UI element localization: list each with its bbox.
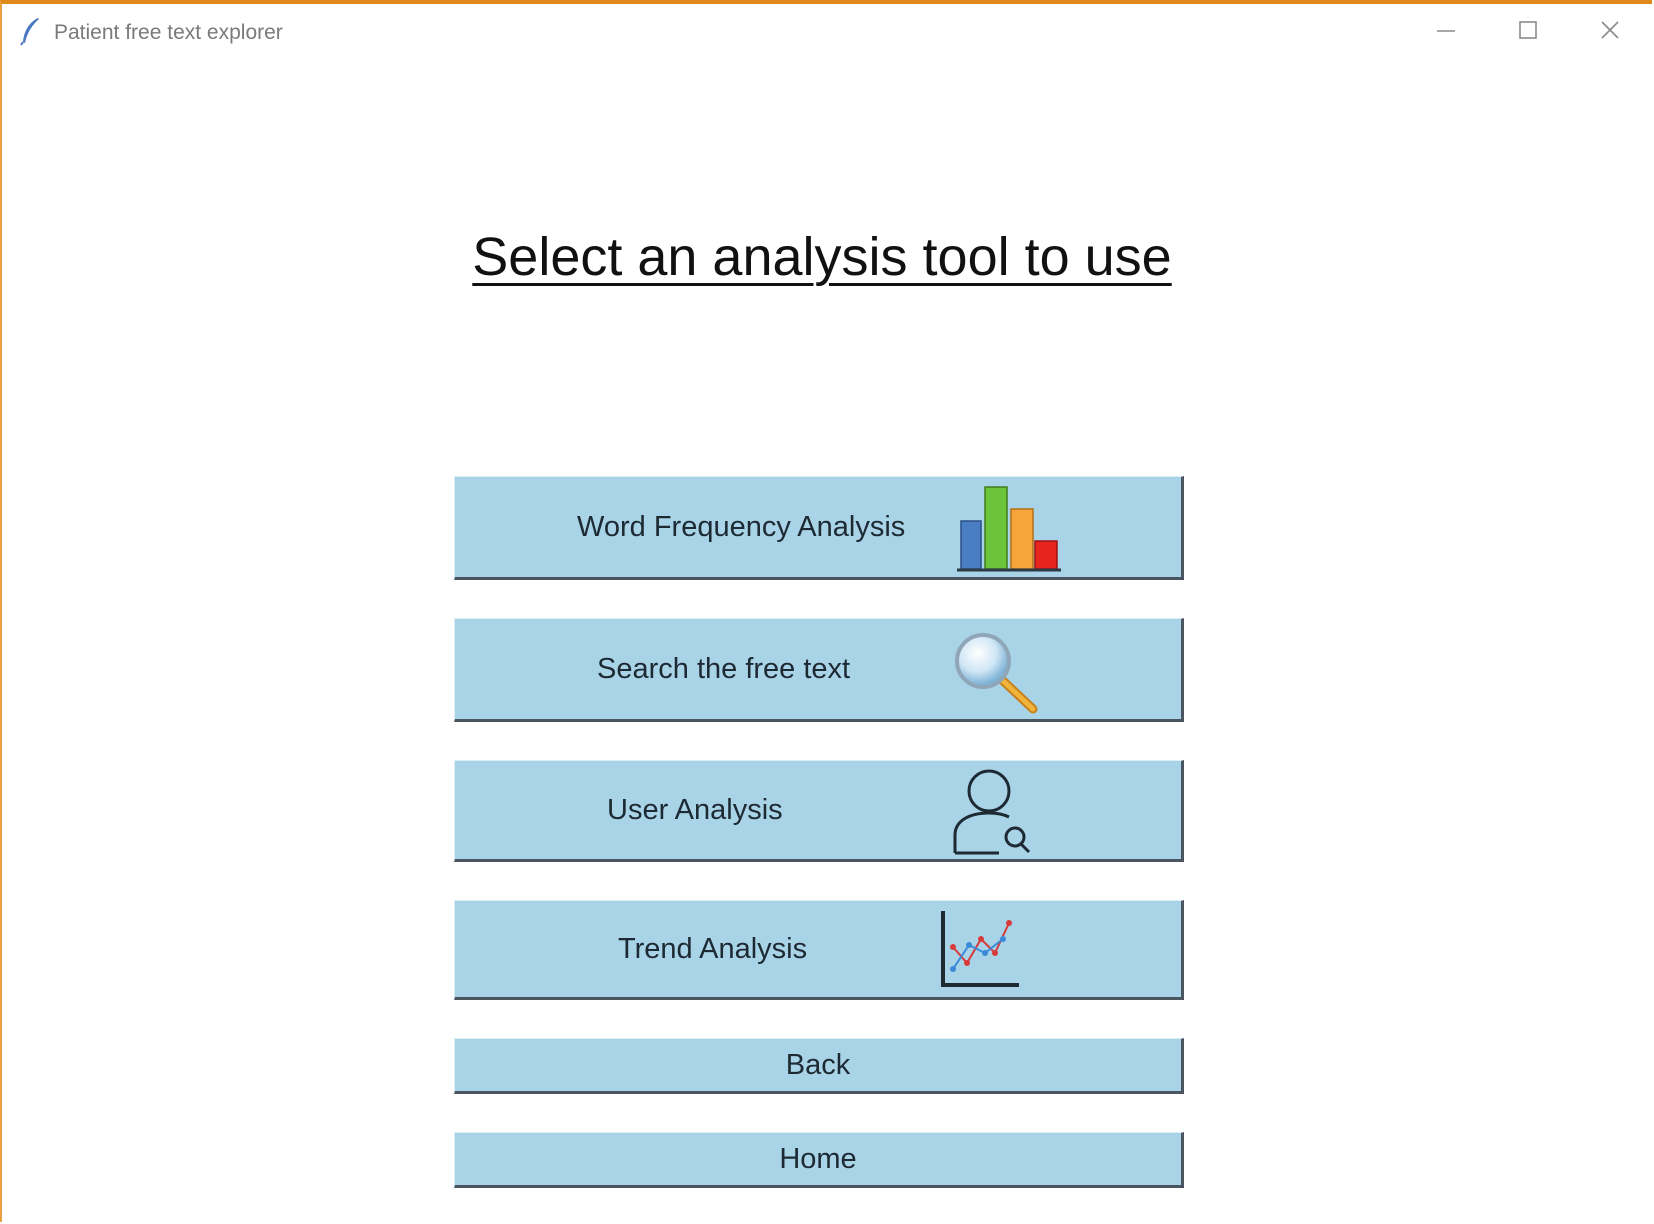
bar-chart-icon — [953, 481, 1063, 578]
close-button[interactable] — [1570, 8, 1650, 56]
minimize-icon — [1435, 19, 1457, 46]
window-title: Patient free text explorer — [54, 21, 283, 44]
home-button[interactable]: Home — [454, 1132, 1184, 1188]
back-button[interactable]: Back — [454, 1038, 1184, 1094]
search-free-text-label: Search the free text — [597, 652, 851, 685]
minimize-button[interactable] — [1406, 8, 1486, 56]
app-window: Patient free text explorer Select an ana… — [0, 0, 1652, 1222]
search-free-text-button[interactable]: Search the free text — [454, 618, 1184, 722]
page-title: Select an analysis tool to use — [472, 227, 1172, 287]
title-bar[interactable]: Patient free text explorer — [2, 4, 1652, 62]
feather-icon — [18, 16, 42, 46]
trend-analysis-button[interactable]: Trend Analysis — [454, 900, 1184, 1000]
user-analysis-label: User Analysis — [607, 793, 783, 826]
maximize-button[interactable] — [1488, 8, 1568, 56]
close-icon — [1599, 19, 1621, 46]
user-search-icon — [949, 765, 1039, 862]
maximize-icon — [1517, 19, 1539, 46]
word-frequency-analysis-label: Word Frequency Analysis — [577, 510, 906, 543]
magnifier-icon — [949, 629, 1045, 720]
word-frequency-analysis-button[interactable]: Word Frequency Analysis — [454, 476, 1184, 580]
trend-analysis-label: Trend Analysis — [618, 932, 808, 965]
line-chart-icon — [939, 909, 1021, 996]
user-analysis-button[interactable]: User Analysis — [454, 760, 1184, 862]
